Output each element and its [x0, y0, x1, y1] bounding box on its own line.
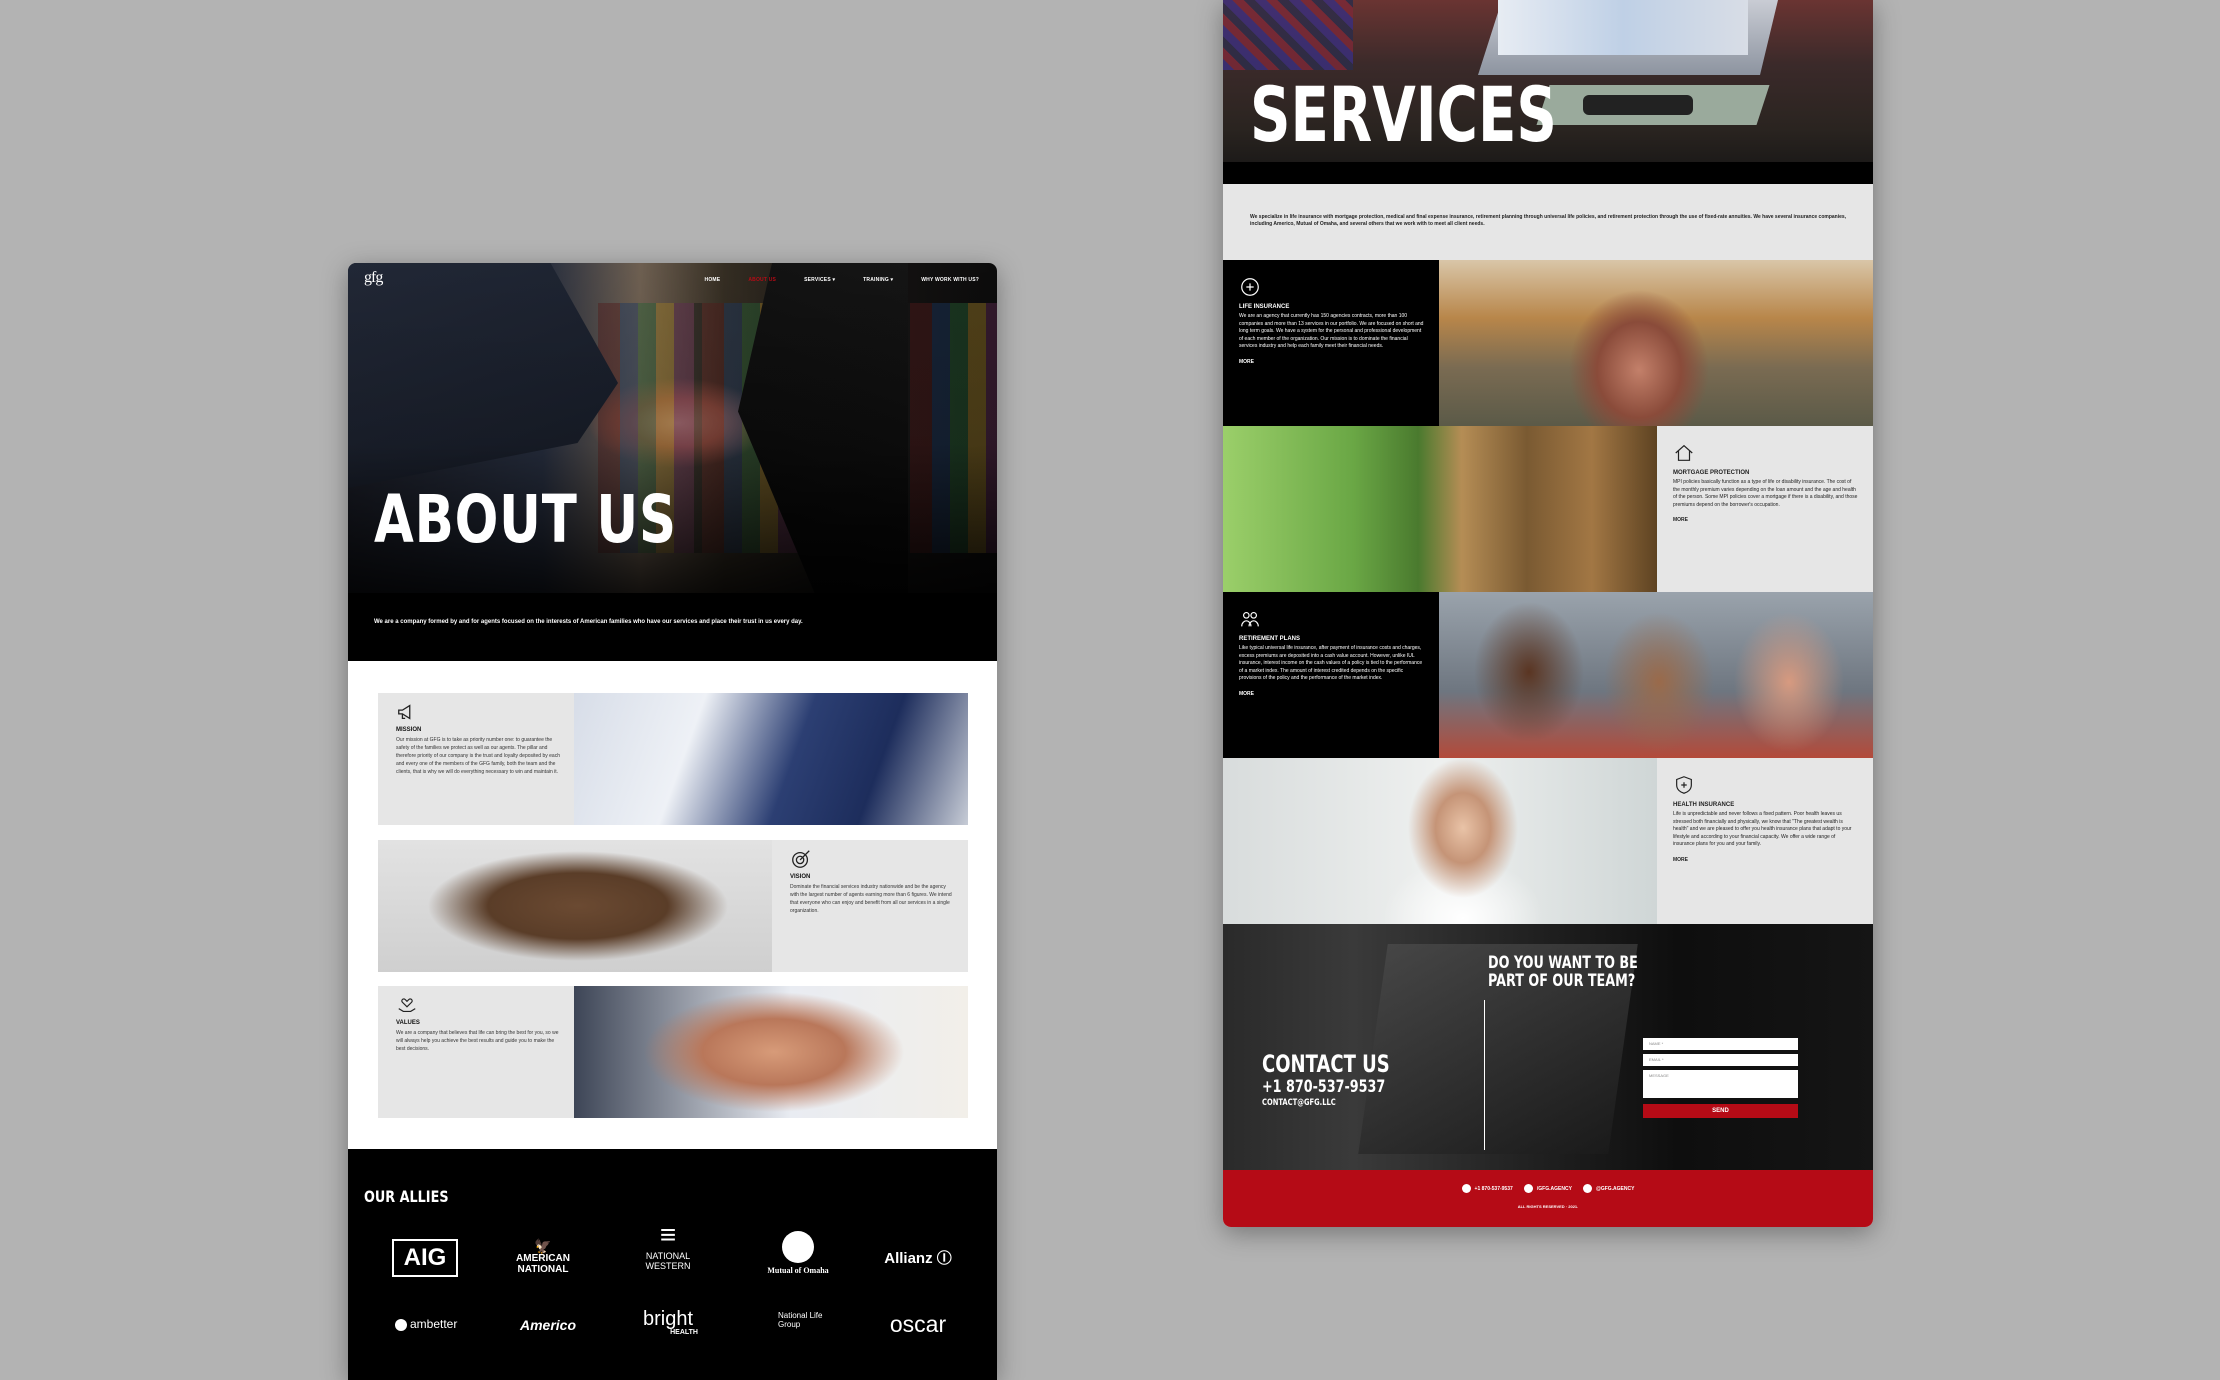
house-icon	[1675, 444, 1693, 461]
values-heading: VALUES	[396, 1020, 420, 1026]
email-field[interactable]: EMAIL *	[1643, 1054, 1798, 1066]
megaphone-icon	[398, 704, 411, 720]
join-team-heading: DO YOU WANT TO BE PART OF OUR TEAM?	[1488, 953, 1638, 991]
house-key-photo	[1223, 426, 1657, 592]
footer-instagram[interactable]: @GFG.AGENCY	[1582, 1184, 1634, 1193]
values-card: VALUES We are a company that believes th…	[378, 986, 968, 1118]
doctor-photo	[1223, 758, 1657, 924]
americo-logo: Americo	[519, 1317, 577, 1333]
contact-section: DO YOU WANT TO BE PART OF OUR TEAM? CONT…	[1223, 924, 1873, 1170]
life-insurance-icon	[1241, 278, 1259, 296]
vision-text: Dominate the financial services industry…	[790, 884, 952, 914]
message-field[interactable]: MESSAGE	[1643, 1070, 1798, 1098]
allies-section: OUR ALLIES AIG 🦅 AMERICAN NATIONAL ≡ NAT…	[348, 1149, 997, 1380]
more-link[interactable]: MORE	[1673, 857, 1858, 863]
phone	[1583, 95, 1693, 115]
main-nav: HOME ABOUT US SERVICES ▾ TRAINING ▾ WHY …	[705, 277, 979, 283]
service-row-life-insurance: LIFE INSURANCE We are an agency that cur…	[1223, 260, 1873, 426]
service-text: MPI policies basically function as a typ…	[1673, 479, 1858, 508]
service-text: Like typical universal life insurance, a…	[1239, 645, 1423, 681]
oscar-logo: oscar	[889, 1311, 947, 1337]
divider	[1484, 1000, 1485, 1150]
service-text: We are an agency that currently has 150 …	[1239, 313, 1424, 349]
services-page-mockup: SERVICES We specialize in life insurance…	[1223, 0, 1873, 1227]
elderly-couple-icon	[1241, 611, 1259, 627]
hands-heart-icon	[398, 998, 416, 1013]
mission-card: MISSION Our mission at GFG is to take as…	[378, 693, 968, 825]
about-page-mockup: gfg HOME ABOUT US SERVICES ▾ TRAINING ▾ …	[348, 263, 997, 1380]
vision-heading: VISION	[790, 874, 811, 880]
joined-hands-photo	[574, 986, 968, 1118]
service-heading: HEALTH INSURANCE	[1673, 802, 1735, 808]
copyright: ALL RIGHTS RESERVED · 2021.	[1517, 1204, 1579, 1209]
service-heading: MORTGAGE PROTECTION	[1673, 470, 1750, 476]
phone-icon	[1461, 1184, 1471, 1193]
target-icon	[792, 850, 810, 868]
family-photo	[1439, 260, 1873, 426]
nav-training[interactable]: TRAINING ▾	[863, 277, 893, 283]
american-national-logo: 🦅 AMERICAN NATIONAL	[516, 1238, 570, 1275]
plaid-shirt	[1223, 0, 1353, 70]
national-western-logo: ≡ NATIONAL WESTERN	[645, 1219, 691, 1271]
tagline-band: We are a company formed by and for agent…	[348, 593, 997, 661]
national-life-group-logo: National Life Group	[778, 1311, 823, 1329]
service-row-retirement-plans: RETIREMENT PLANS Like typical universal …	[1223, 592, 1873, 758]
instagram-icon	[1582, 1184, 1592, 1193]
footer-phone[interactable]: +1 870-537-9537	[1461, 1184, 1513, 1193]
values-text: We are a company that believes that life…	[396, 1030, 559, 1052]
footer-social-links: +1 870-537-9537 /GFG.AGENCY @GFG.AGENCY	[1223, 1184, 1873, 1193]
service-row-health-insurance: HEALTH INSURANCE Life is unpredictable a…	[1223, 758, 1873, 924]
tagline: We are a company formed by and for agent…	[374, 619, 803, 625]
vision-card: VISION Dominate the financial services i…	[378, 840, 968, 972]
aig-logo: AIG	[392, 1239, 458, 1277]
service-row-mortgage-protection: MORTGAGE PROTECTION MPI policies basical…	[1223, 426, 1873, 592]
mutual-of-omaha-logo: Mutual of Omaha	[758, 1231, 838, 1275]
page-title: ABOUT US	[374, 481, 677, 558]
nav-services[interactable]: SERVICES ▾	[804, 277, 835, 283]
ambetter-logo: ambetter	[386, 1317, 466, 1331]
intro-band: We specialize in life insurance with mor…	[1223, 184, 1873, 260]
more-link[interactable]: MORE	[1239, 691, 1424, 697]
name-field[interactable]: NAME *	[1643, 1038, 1798, 1050]
allies-title: OUR ALLIES	[364, 1187, 449, 1206]
mission-heading: MISSION	[396, 727, 422, 733]
nav-home[interactable]: HOME	[705, 277, 721, 283]
send-button[interactable]: SEND	[1643, 1104, 1798, 1118]
allianz-logo: Allianz Ⓘ	[884, 1250, 952, 1267]
intro-text: We specialize in life insurance with mor…	[1250, 214, 1847, 227]
service-heading: RETIREMENT PLANS	[1239, 636, 1301, 642]
facebook-icon	[1523, 1184, 1533, 1193]
mission-text: Our mission at GFG is to take as priorit…	[396, 737, 560, 775]
shield-plus-icon	[1676, 776, 1692, 794]
nav-about[interactable]: ABOUT US	[748, 277, 776, 283]
footer-facebook[interactable]: /GFG.AGENCY	[1523, 1184, 1572, 1193]
bright-health-logo: bright HEALTH	[642, 1308, 698, 1336]
page-title: SERVICES	[1250, 70, 1557, 159]
business-meeting-photo	[574, 693, 968, 825]
team-table-photo	[378, 840, 772, 972]
nav-why-work-with-us[interactable]: WHY WORK WITH US?	[921, 277, 979, 283]
service-heading: LIFE INSURANCE	[1239, 304, 1290, 310]
young-people-photo	[1439, 592, 1873, 758]
contact-email[interactable]: CONTACT@GFG.LLC	[1262, 1098, 1336, 1108]
more-link[interactable]: MORE	[1239, 359, 1424, 365]
footer: +1 870-537-9537 /GFG.AGENCY @GFG.AGENCY …	[1223, 1170, 1873, 1227]
contact-phone[interactable]: +1 870-537-9537	[1262, 1077, 1385, 1097]
service-text: Life is unpredictable and never follows …	[1673, 811, 1852, 847]
contact-title: CONTACT US	[1262, 1050, 1390, 1078]
more-link[interactable]: MORE	[1673, 517, 1858, 523]
gfg-logo[interactable]: gfg	[364, 269, 383, 287]
